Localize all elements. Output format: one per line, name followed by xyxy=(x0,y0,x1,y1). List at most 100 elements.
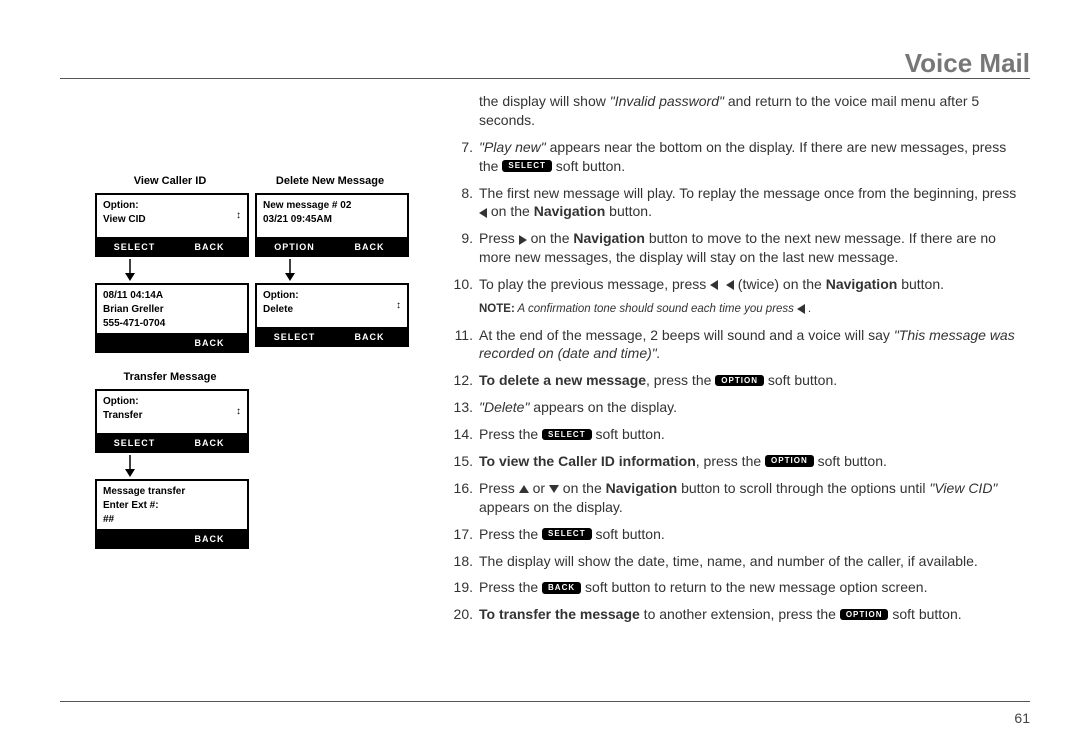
softkey-option: OPTION xyxy=(257,239,332,255)
instruction-list: the display will show "Invalid password"… xyxy=(445,92,1025,632)
flow-arrow-icon xyxy=(123,455,143,477)
softkey-select: SELECT xyxy=(97,435,172,451)
text: on the xyxy=(527,230,574,246)
step-14: 14.Press the SELECT soft button. xyxy=(445,425,1025,444)
text: soft button. xyxy=(552,158,625,174)
nav-left-icon xyxy=(710,280,718,290)
option-pill: OPTION xyxy=(840,609,889,621)
softkey-back: BACK xyxy=(332,329,407,345)
lcd-line: Transfer xyxy=(103,409,241,423)
softkey-back: BACK xyxy=(172,531,247,547)
text: (twice) on the xyxy=(734,276,826,292)
text: To play the previous message, press xyxy=(479,276,710,292)
step-9: 9.Press on the Navigation button to move… xyxy=(445,229,1025,267)
text-bold: To transfer the message xyxy=(479,606,640,622)
lcd-line: Enter Ext #: xyxy=(103,499,241,513)
text: button to scroll through the options unt… xyxy=(677,480,929,496)
note: NOTE: A confirmation tone should sound e… xyxy=(479,302,1025,318)
option-pill: OPTION xyxy=(765,455,814,467)
step-7: 7."Play new" appears near the bottom on … xyxy=(445,138,1025,176)
lcd-line: Option: xyxy=(263,289,401,303)
softkey-back: BACK xyxy=(172,435,247,451)
back-pill: BACK xyxy=(542,582,581,594)
nav-down-icon xyxy=(549,485,559,493)
text-italic: "Invalid password" xyxy=(610,93,724,109)
text: Press xyxy=(479,230,519,246)
nav-left-icon xyxy=(726,280,734,290)
step-20: 20.To transfer the message to another ex… xyxy=(445,605,1025,624)
lcd-line: Delete xyxy=(263,303,401,317)
lcd-group-delete-new: Delete New Message New message # 02 03/2… xyxy=(255,175,405,353)
select-pill: SELECT xyxy=(542,429,592,441)
nav-left-icon xyxy=(479,208,487,218)
text-italic: "View CID" xyxy=(929,480,997,496)
softkey-select: SELECT xyxy=(97,239,172,255)
select-pill: SELECT xyxy=(542,528,592,540)
lcd-line: Option: xyxy=(103,199,241,213)
footer-rule xyxy=(60,701,1030,702)
text-bold: Navigation xyxy=(534,203,606,219)
softkey-back: BACK xyxy=(172,239,247,255)
step-10: 10.To play the previous message, press (… xyxy=(445,275,1025,294)
text-bold: Navigation xyxy=(606,480,678,496)
text: button. xyxy=(605,203,652,219)
lcd-group-transfer: Transfer Message Option: Transfer ↕ SELE… xyxy=(95,371,245,549)
updown-icon: ↕ xyxy=(396,299,401,313)
step-15: 15.To view the Caller ID information, pr… xyxy=(445,452,1025,471)
lcd-line: View CID xyxy=(103,213,241,227)
text: At the end of the message, 2 beeps will … xyxy=(479,327,894,343)
text-bold: To view the Caller ID information xyxy=(479,453,696,469)
step-16: 16.Press or on the Navigation button to … xyxy=(445,479,1025,517)
text: , press the xyxy=(696,453,765,469)
lcd-diagrams: View Caller ID Option: View CID ↕ SELECT… xyxy=(95,175,415,549)
step-18: 18.The display will show the date, time,… xyxy=(445,552,1025,571)
text-italic: "Play new" xyxy=(479,139,546,155)
note-period: . xyxy=(805,303,811,315)
select-pill: SELECT xyxy=(502,160,552,172)
flow-arrow-icon xyxy=(123,259,143,281)
softkey-back: BACK xyxy=(172,335,247,351)
lcd-title-transfer: Transfer Message xyxy=(95,371,245,383)
text: soft button. xyxy=(764,372,837,388)
softkey-blank xyxy=(97,531,172,547)
lcd-line: New message # 02 xyxy=(263,199,401,213)
lcd-line: Option: xyxy=(103,395,241,409)
text-bold: Navigation xyxy=(573,230,645,246)
step-19: 19.Press the BACK soft button to return … xyxy=(445,578,1025,597)
text-bold: To delete a new message xyxy=(479,372,646,388)
nav-left-icon xyxy=(797,304,805,314)
text: The display will show the date, time, na… xyxy=(479,553,978,569)
lcd-title-view-cid: View Caller ID xyxy=(95,175,245,187)
text: button. xyxy=(897,276,944,292)
softkey-blank xyxy=(97,335,172,351)
text: or xyxy=(529,480,549,496)
header-rule xyxy=(60,78,1030,79)
lcd-screen: Option: Transfer ↕ SELECT BACK xyxy=(95,389,249,453)
text: soft button. xyxy=(888,606,961,622)
page-number: 61 xyxy=(1014,710,1030,726)
lcd-line: Message transfer xyxy=(103,485,241,499)
text: Press xyxy=(479,480,519,496)
lcd-screen: Option: View CID ↕ SELECT BACK xyxy=(95,193,249,257)
lcd-screen: 08/11 04:14A Brian Greller 555-471-0704 … xyxy=(95,283,249,353)
step-12: 12.To delete a new message, press the OP… xyxy=(445,371,1025,390)
lcd-line: 08/11 04:14A xyxy=(103,289,241,303)
lcd-line: ## xyxy=(103,513,241,527)
text: soft button. xyxy=(592,426,665,442)
nav-up-icon xyxy=(519,485,529,493)
lcd-screen: Message transfer Enter Ext #: ## BACK xyxy=(95,479,249,549)
text: Press the xyxy=(479,526,542,542)
text: The first new message will play. To repl… xyxy=(479,185,1016,201)
note-label: NOTE: xyxy=(479,303,515,315)
flow-arrow-icon xyxy=(283,259,303,281)
text: the display will show xyxy=(479,93,610,109)
text: Press the xyxy=(479,426,542,442)
text: appears on the display. xyxy=(479,499,623,515)
text: appears on the display. xyxy=(529,399,677,415)
page-title: Voice Mail xyxy=(905,48,1030,79)
text: , press the xyxy=(646,372,715,388)
updown-icon: ↕ xyxy=(236,405,241,419)
lcd-group-view-cid: View Caller ID Option: View CID ↕ SELECT… xyxy=(95,175,245,353)
nav-right-icon xyxy=(519,235,527,245)
text: Press the xyxy=(479,579,542,595)
